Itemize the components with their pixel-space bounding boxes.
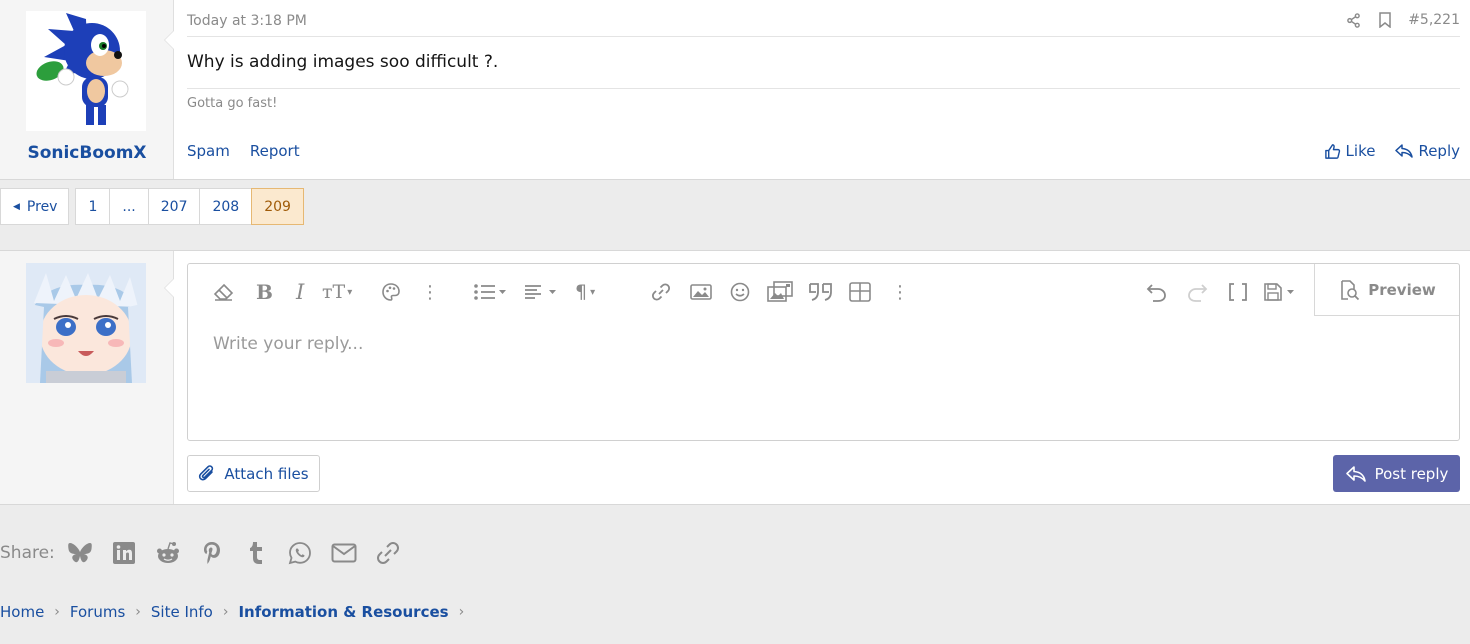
signature: Gotta go fast! [187,96,278,111]
redo-icon[interactable] [1186,280,1208,304]
avatar[interactable] [26,263,146,383]
chevron-right-icon: › [222,604,229,620]
chevron-right-icon: › [135,604,141,620]
user-arrow [164,30,174,50]
prev-page-button[interactable]: ◀ Prev [0,188,70,225]
list-icon[interactable] [473,280,509,304]
more-options-icon[interactable]: ⋮ [421,280,439,304]
pagination: ◀ Prev 1 ... 207 208 209 [0,188,304,225]
image-icon[interactable] [690,280,712,304]
font-size-icon[interactable]: тT ▾ [322,280,352,304]
post-actions-right: Like Reply [1324,142,1460,160]
link-icon[interactable] [650,280,672,304]
tumblr-icon[interactable] [243,540,269,566]
paperclip-icon [199,464,214,480]
chevron-right-icon: › [54,604,60,620]
save-draft-icon[interactable] [1263,280,1299,304]
editor-toolbar: B I тT ▾ ⋮ ¶ ▾ ⋮ Preview [188,264,1459,316]
media-gallery-icon[interactable] [767,280,793,304]
user-arrow [164,278,174,298]
spam-link[interactable]: Spam [187,142,230,160]
reply-textarea[interactable]: Write your reply... [213,334,363,354]
breadcrumb-home[interactable]: Home [0,603,44,621]
reply-user-column [0,251,174,504]
share-label: Share: [0,543,55,563]
reply-icon [1345,465,1366,482]
attach-files-button[interactable]: Attach files [187,455,320,492]
breadcrumb: Home › Forums › Site Info › Information … [0,603,474,621]
caret-left-icon: ◀ [13,201,20,212]
align-icon[interactable] [524,280,560,304]
preview-label: Preview [1368,280,1436,299]
share-bar: Share: [0,540,419,566]
reddit-icon[interactable] [155,540,181,566]
post-reply-label: Post reply [1374,464,1449,483]
prev-label: Prev [26,198,58,215]
report-link[interactable]: Report [250,142,300,160]
divider [187,36,1460,37]
avatar[interactable] [26,11,146,131]
breadcrumb-information-resources[interactable]: Information & Resources [238,603,448,621]
breadcrumb-forums[interactable]: Forums [70,603,125,621]
post-message: SonicBoomX Today at 3:18 PM #5,221 Why i… [0,0,1470,180]
like-button[interactable]: Like [1324,142,1376,160]
palette-icon[interactable] [381,280,401,304]
post-user-column: SonicBoomX [0,0,174,179]
page-link-207[interactable]: 207 [147,188,201,225]
page-ellipsis[interactable]: ... [109,188,149,225]
username[interactable]: SonicBoomX [0,143,174,163]
post-number[interactable]: #5,221 [1408,12,1460,28]
breadcrumb-site-info[interactable]: Site Info [151,603,213,621]
quick-reply: B I тT ▾ ⋮ ¶ ▾ ⋮ Preview Write your repl… [0,250,1470,505]
bluesky-icon[interactable] [67,540,93,566]
rich-text-editor: B I тT ▾ ⋮ ¶ ▾ ⋮ Preview Write your repl… [187,263,1460,441]
clear-format-icon[interactable] [212,280,234,304]
smiley-icon[interactable] [730,280,750,304]
bbcode-toggle-icon[interactable] [1228,280,1248,304]
quote-icon[interactable] [808,280,834,304]
post-date[interactable]: Today at 3:18 PM [187,13,307,29]
undo-icon[interactable] [1146,280,1168,304]
like-label: Like [1345,142,1376,160]
page-link-current[interactable]: 209 [251,188,304,225]
post-actions-left: Spam Report [187,142,300,160]
preview-icon [1341,279,1360,300]
more-options-icon[interactable]: ⋮ [891,280,909,304]
post-body: Why is adding images soo difficult ?. [187,52,499,72]
thumbs-up-icon [1324,143,1340,159]
email-icon[interactable] [331,540,357,566]
post-tools: #5,221 [1344,11,1460,29]
post-reply-button[interactable]: Post reply [1333,455,1460,492]
reply-button[interactable]: Reply [1395,142,1460,160]
paragraph-icon[interactable]: ¶ ▾ [575,280,595,304]
reply-icon [1395,144,1414,158]
page-link-1[interactable]: 1 [75,188,111,225]
attach-label: Attach files [224,464,309,483]
italic-icon[interactable]: I [296,280,304,304]
bold-icon[interactable]: B [256,280,273,304]
preview-button[interactable]: Preview [1314,264,1459,316]
reply-label: Reply [1418,142,1460,160]
signature-divider [187,88,1460,89]
chevron-right-icon: › [458,604,465,620]
whatsapp-icon[interactable] [287,540,313,566]
page-link-208[interactable]: 208 [199,188,253,225]
table-icon[interactable] [849,280,871,304]
share-icon[interactable] [1344,11,1362,29]
bookmark-icon[interactable] [1376,11,1394,29]
pinterest-icon[interactable] [199,540,225,566]
linkedin-icon[interactable] [111,540,137,566]
link-icon[interactable] [375,540,401,566]
